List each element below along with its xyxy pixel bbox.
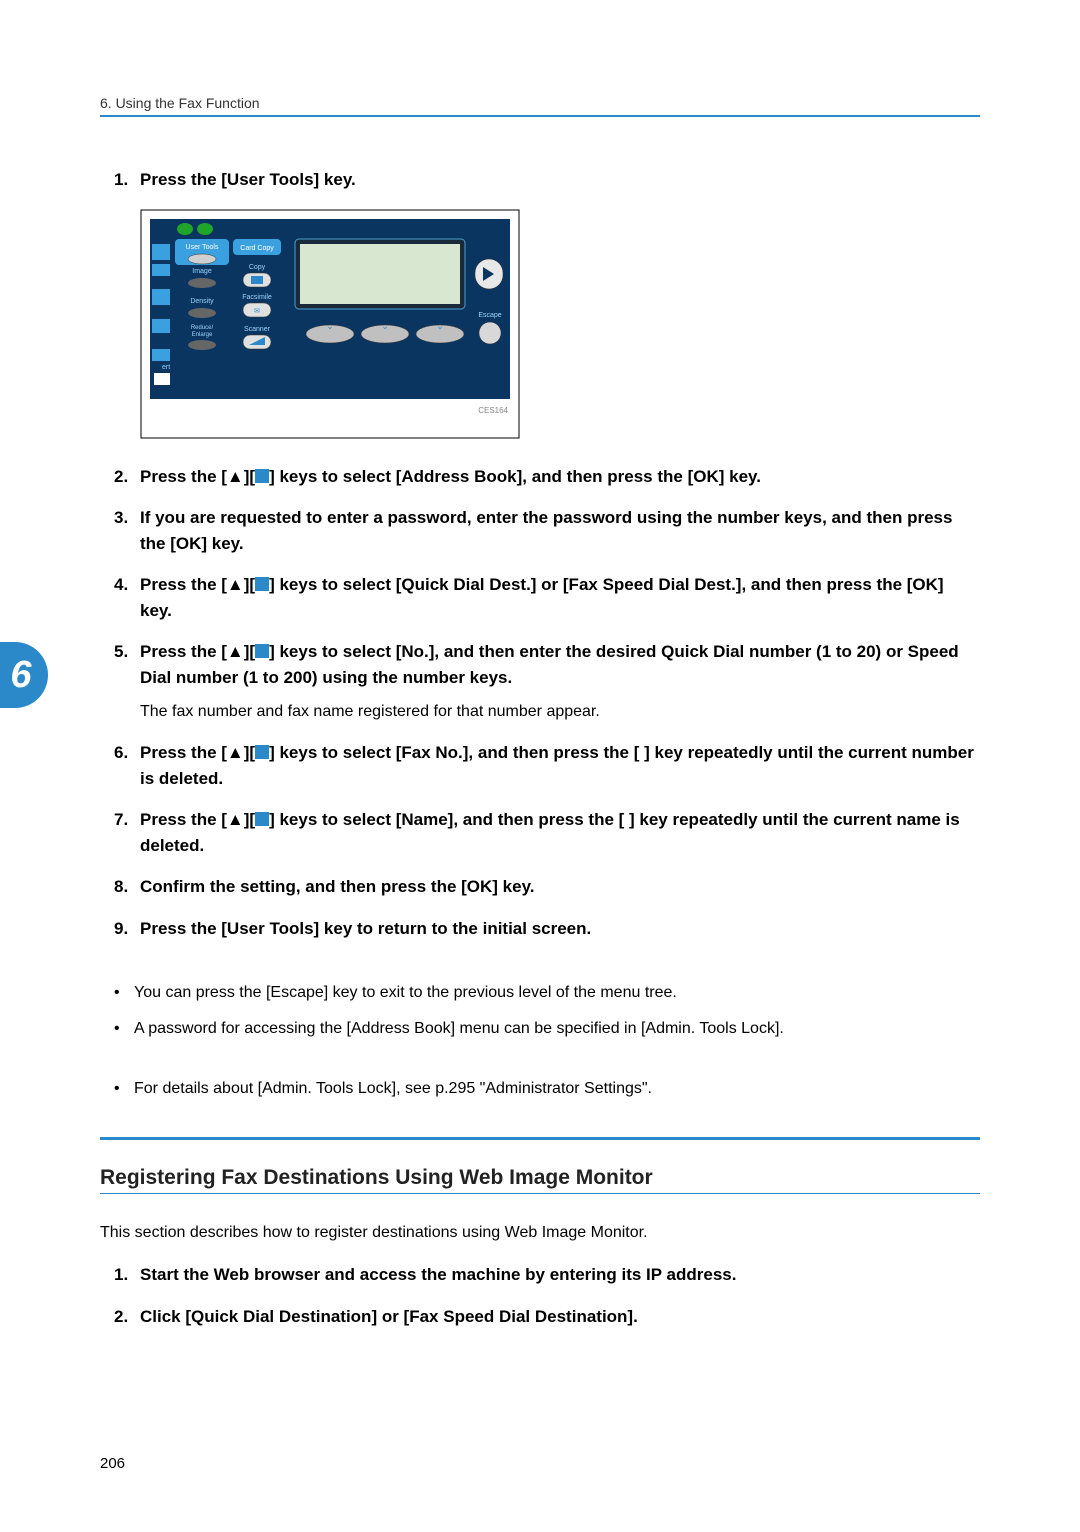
step-number: 2. <box>114 1304 140 1330</box>
svg-text:Copy: Copy <box>249 264 266 271</box>
step-number: 6. <box>114 740 140 791</box>
step-text: Press the [User Tools] key. <box>140 167 980 193</box>
step-item: 8. Confirm the setting, and then press t… <box>100 874 980 900</box>
step-number: 8. <box>114 874 140 900</box>
step-item: 1. Start the Web browser and access the … <box>100 1262 980 1288</box>
svg-text:✉: ✉ <box>254 308 260 315</box>
step-item: 4. Press the [▲][] keys to select [Quick… <box>100 572 980 623</box>
down-key-icon <box>255 812 269 826</box>
section-rule-bottom <box>100 1193 980 1194</box>
svg-text:⌄: ⌄ <box>436 321 444 331</box>
step-item: 5. Press the [▲][] keys to select [No.],… <box>100 639 980 724</box>
section-heading-block: Registering Fax Destinations Using Web I… <box>100 1137 980 1194</box>
step-item: 2. Click [Quick Dial Destination] or [Fa… <box>100 1304 980 1330</box>
svg-text:⌄: ⌄ <box>326 321 334 331</box>
chapter-header: 6. Using the Fax Function <box>100 95 980 111</box>
step-item: 3. If you are requested to enter a passw… <box>100 505 980 556</box>
bullet-icon: • <box>114 1017 134 1041</box>
step-item: 6. Press the [▲][] keys to select [Fax N… <box>100 740 980 791</box>
reference-item: • For details about [Admin. Tools Lock],… <box>100 1077 980 1101</box>
svg-text:Scanner: Scanner <box>244 326 271 333</box>
step-number: 1. <box>114 1262 140 1288</box>
step-text: Press the [▲][] keys to select [Address … <box>140 464 980 490</box>
note-item: • A password for accessing the [Address … <box>100 1017 980 1041</box>
section-intro: This section describes how to register d… <box>100 1224 980 1242</box>
note-text: You can press the [Escape] key to exit t… <box>134 981 980 1005</box>
svg-text:⌄: ⌄ <box>381 321 389 331</box>
step-number: 9. <box>114 916 140 942</box>
step-subtext: The fax number and fax name registered f… <box>140 700 980 724</box>
step-text: Click [Quick Dial Destination] or [Fax S… <box>140 1304 980 1330</box>
step-item: 2. Press the [▲][] keys to select [Addre… <box>100 464 980 490</box>
header-rule <box>100 115 980 117</box>
note-item: • You can press the [Escape] key to exit… <box>100 981 980 1005</box>
svg-text:Enlarge: Enlarge <box>192 332 213 338</box>
step-text: Start the Web browser and access the mac… <box>140 1262 980 1288</box>
step-text: Press the [User Tools] key to return to … <box>140 916 980 942</box>
bullet-icon: • <box>114 981 134 1005</box>
reference-text: For details about [Admin. Tools Lock], s… <box>134 1077 980 1101</box>
step-item: 9. Press the [User Tools] key to return … <box>100 916 980 942</box>
control-panel-illustration: User Tools Card Copy Image Copy Density … <box>140 209 980 444</box>
down-key-icon <box>255 745 269 759</box>
down-key-icon <box>255 469 269 483</box>
svg-text:User Tools: User Tools <box>186 244 219 251</box>
step-number: 7. <box>114 807 140 858</box>
step-text: If you are requested to enter a password… <box>140 505 980 556</box>
svg-text:Escape: Escape <box>478 312 501 319</box>
section-rule-top <box>100 1137 980 1140</box>
step-number: 2. <box>114 464 140 490</box>
step-number: 1. <box>114 167 140 193</box>
svg-text:Facsimile: Facsimile <box>242 294 272 301</box>
step-item: 7. Press the [▲][] keys to select [Name]… <box>100 807 980 858</box>
svg-text:CES164: CES164 <box>478 406 508 415</box>
step-number: 4. <box>114 572 140 623</box>
bullet-icon: • <box>114 1077 134 1101</box>
svg-text:Image: Image <box>192 268 212 275</box>
down-key-icon <box>255 644 269 658</box>
step-text: Press the [▲][] keys to select [Fax No.]… <box>140 740 980 791</box>
svg-text:Reduce/: Reduce/ <box>191 325 214 331</box>
step-text: Press the [▲][] keys to select [Name], a… <box>140 807 980 858</box>
page-number: 206 <box>100 1455 125 1472</box>
svg-text:Card Copy: Card Copy <box>240 245 274 252</box>
step-text: Press the [▲][] keys to select [Quick Di… <box>140 572 980 623</box>
step-item: 1. Press the [User Tools] key. <box>100 167 980 193</box>
svg-text:Density: Density <box>190 298 214 305</box>
down-key-icon <box>255 577 269 591</box>
section-heading: Registering Fax Destinations Using Web I… <box>100 1166 980 1190</box>
step-text: Confirm the setting, and then press the … <box>140 874 980 900</box>
step-number: 3. <box>114 505 140 556</box>
step-number: 5. <box>114 639 140 724</box>
svg-text:ert: ert <box>162 364 170 371</box>
step-text: Press the [▲][] keys to select [No.], an… <box>140 639 980 724</box>
note-text: A password for accessing the [Address Bo… <box>134 1017 980 1041</box>
